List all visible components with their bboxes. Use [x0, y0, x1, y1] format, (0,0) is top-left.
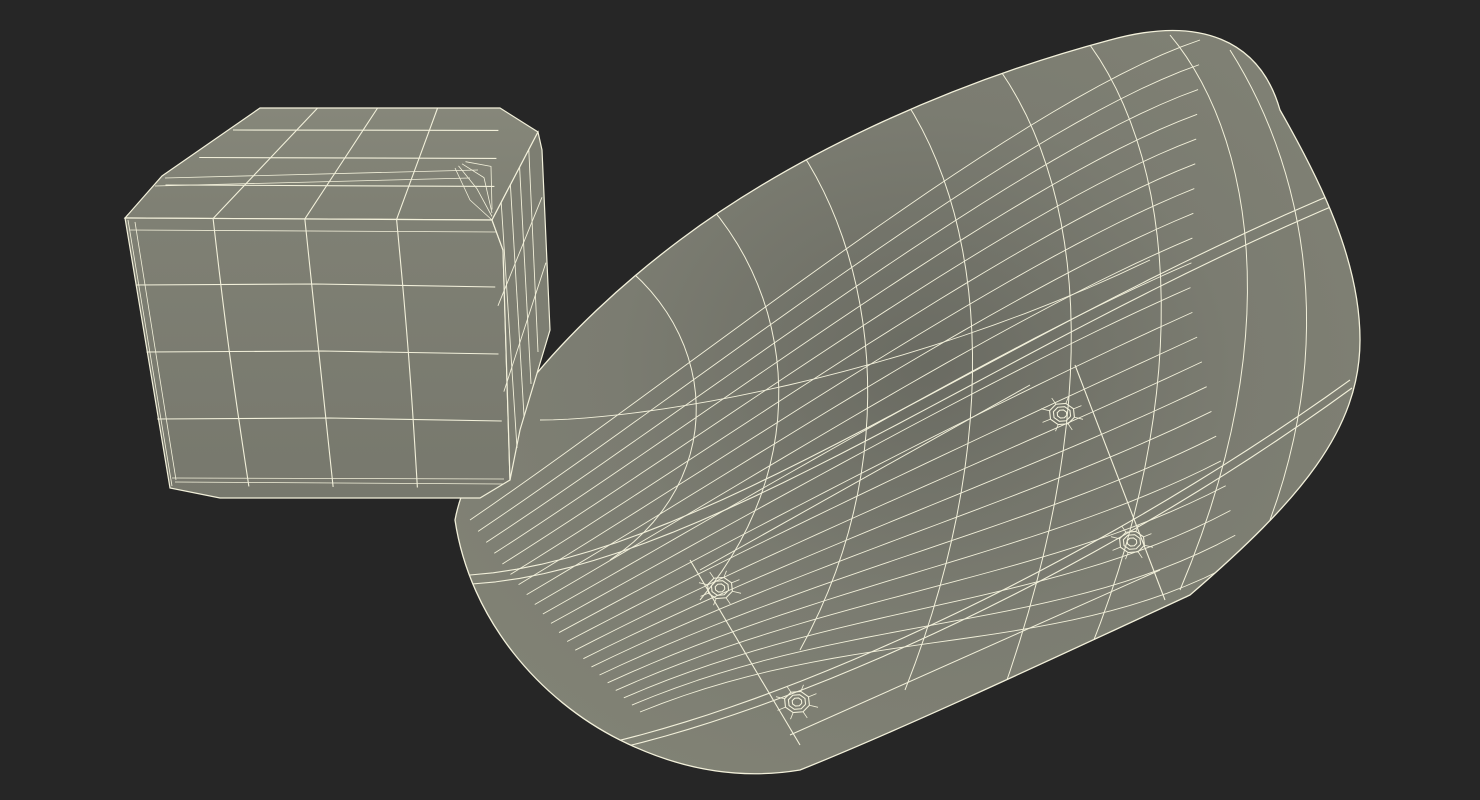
rounded-cube-mesh[interactable] — [123, 107, 551, 499]
cube-front-face — [124, 217, 511, 499]
oval-surface — [455, 30, 1360, 774]
wireframe-render — [123, 29, 1361, 775]
3d-viewport — [0, 0, 1480, 800]
rounded-oval-mesh[interactable] — [454, 29, 1361, 775]
